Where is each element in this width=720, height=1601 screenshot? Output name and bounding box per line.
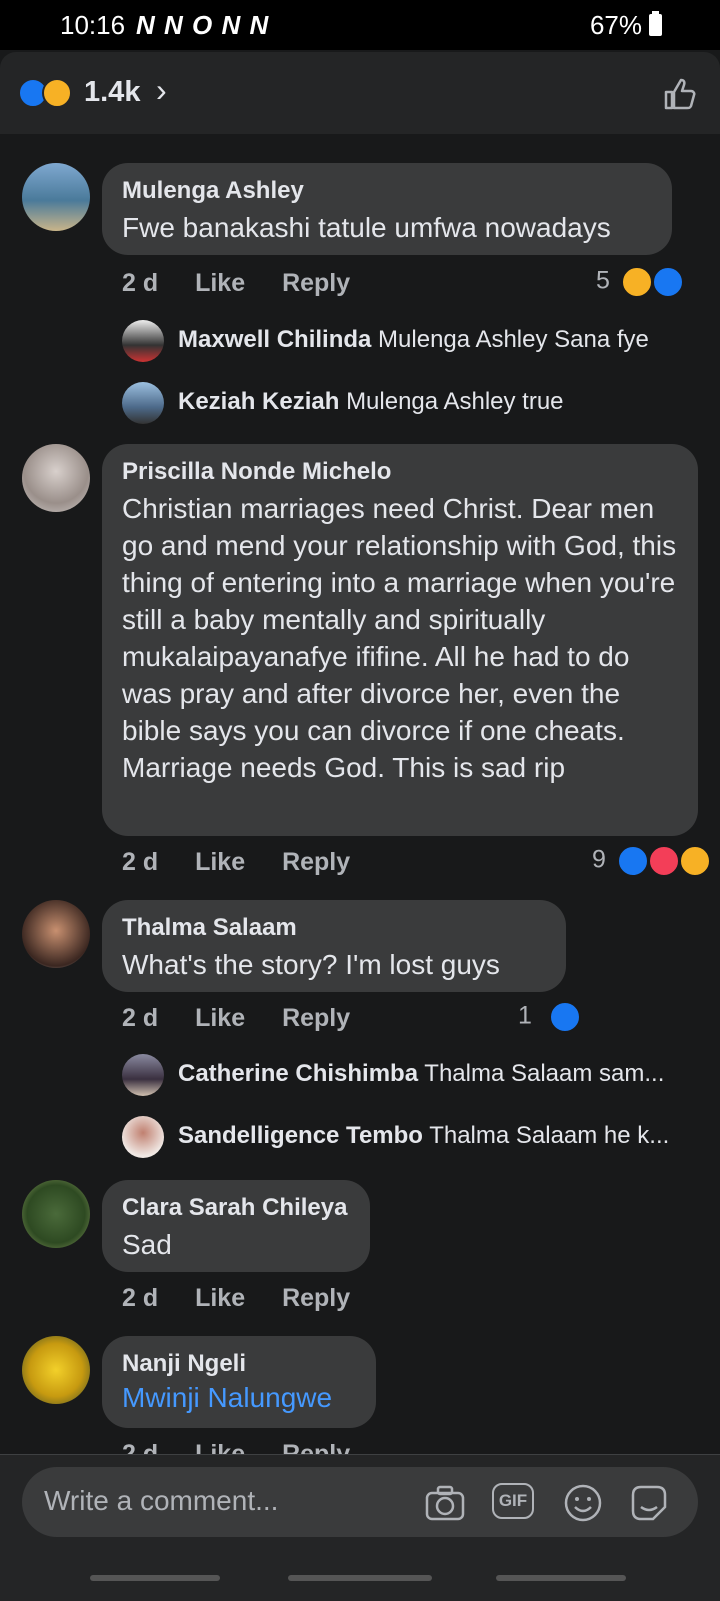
battery-icon [649, 11, 662, 36]
status-right-icons: 67% [589, 10, 642, 40]
avatar[interactable] [22, 1336, 90, 1404]
status-time: 10:16 [60, 10, 126, 40]
avatar[interactable] [22, 1180, 90, 1248]
comment-author[interactable]: Thalma Salaam [122, 914, 546, 942]
sad-reaction-icon [42, 78, 72, 108]
comment-bubble[interactable]: Nanji Ngeli Mwinji Nalungwe [102, 1336, 376, 1428]
emoji-icon[interactable] [562, 1483, 604, 1523]
reply-author: Sandelligence Tembo [178, 1122, 423, 1149]
reply-author: Keziah Keziah [178, 388, 340, 415]
comment-age: 2 d [122, 1284, 159, 1312]
comment-text: Fwe banakashi tatule umfwa nowadays [122, 212, 611, 243]
avatar [122, 382, 164, 424]
reaction-count: 1 [518, 1001, 532, 1030]
avatar[interactable] [22, 163, 90, 231]
comment-placeholder: Write a comment... [44, 1485, 279, 1516]
reaction-count: 9 [592, 845, 606, 874]
avatar[interactable] [22, 444, 90, 512]
gif-icon[interactable]: GIF [492, 1483, 534, 1519]
comment-actions: 2 d Like Reply [122, 1284, 380, 1313]
reply-button[interactable]: Reply [282, 269, 350, 297]
chevron-right-icon[interactable]: › [156, 72, 167, 109]
comment-actions: 2 d Like Reply [122, 269, 380, 298]
thumbs-up-icon[interactable] [662, 76, 698, 112]
comment-author[interactable]: Mulenga Ashley [122, 177, 652, 205]
nav-home-button[interactable] [288, 1575, 432, 1581]
avatar [122, 1116, 164, 1158]
comment-actions: 2 d Like Reply [122, 1004, 380, 1033]
like-button[interactable]: Like [195, 848, 245, 876]
comment-bubble[interactable]: Clara Sarah Chileya Sad [102, 1180, 370, 1272]
reply-author: Catherine Chishimba [178, 1060, 419, 1087]
comment-composer: Write a comment... GIF [0, 1454, 720, 1601]
comment-bubble[interactable]: Mulenga Ashley Fwe banakashi tatule umfw… [102, 163, 672, 255]
reply-text: Mulenga Ashley true [346, 388, 564, 415]
avatar [122, 1054, 164, 1096]
comment-age: 2 d [122, 848, 159, 876]
like-reaction-icon [548, 1001, 581, 1033]
comments-list[interactable]: Mulenga Ashley Fwe banakashi tatule umfw… [0, 134, 720, 1454]
reply-preview[interactable]: Sandelligence Tembo Thalma Salaam he k..… [122, 1116, 702, 1160]
comment-author[interactable]: Nanji Ngeli [122, 1350, 356, 1378]
nav-recent-button[interactable] [90, 1575, 220, 1581]
comment-age: 2 d [122, 269, 159, 297]
comment-text: Christian marriages need Christ. Dear me… [122, 493, 677, 783]
comment-age: 2 d [122, 1004, 159, 1032]
reply-preview[interactable]: Catherine Chishimba Thalma Salaam sam... [122, 1054, 702, 1098]
comment-text: What's the story? I'm lost guys [122, 949, 500, 980]
avatar[interactable] [22, 900, 90, 968]
reaction-summary[interactable]: 9 [592, 845, 711, 877]
like-button[interactable]: Like [195, 269, 245, 297]
reply-button[interactable]: Reply [282, 848, 350, 876]
reaction-total-count[interactable]: 1.4k [84, 76, 140, 109]
reaction-summary[interactable]: 1 [518, 1001, 581, 1033]
reply-preview[interactable]: Keziah Keziah Mulenga Ashley true [122, 382, 702, 426]
sticker-icon[interactable] [628, 1483, 670, 1523]
comment-text: Sad [122, 1229, 172, 1260]
comment-actions: 2 d Like Reply [122, 848, 380, 877]
reaction-summary[interactable]: 5 [596, 266, 684, 298]
comment-author[interactable]: Clara Sarah Chileya [122, 1194, 350, 1222]
camera-icon[interactable] [424, 1483, 466, 1523]
comment-bubble[interactable]: Priscilla Nonde Michelo Christian marria… [102, 444, 698, 836]
gif-label: GIF [498, 1491, 528, 1510]
reply-button[interactable]: Reply [282, 1440, 350, 1454]
reply-button[interactable]: Reply [282, 1004, 350, 1032]
mention-link[interactable]: Mwinji Nalungwe [122, 1382, 356, 1414]
reaction-count: 5 [596, 266, 610, 295]
reply-text: Thalma Salaam sam... [424, 1060, 665, 1087]
nav-back-button[interactable] [496, 1575, 626, 1581]
like-button[interactable]: Like [195, 1440, 245, 1454]
sad-reaction-icon [678, 845, 711, 877]
reply-button[interactable]: Reply [282, 1284, 350, 1312]
reply-text: Thalma Salaam he k... [429, 1122, 670, 1149]
avatar [122, 320, 164, 362]
love-reaction-icon [647, 845, 680, 877]
comment-input[interactable]: Write a comment... GIF [22, 1467, 698, 1537]
reply-text: Mulenga Ashley Sana fye [378, 326, 649, 353]
reply-author: Maxwell Chilinda [178, 326, 372, 353]
reply-preview[interactable]: Maxwell Chilinda Mulenga Ashley Sana fye [122, 320, 702, 364]
comment-bubble[interactable]: Thalma Salaam What's the story? I'm lost… [102, 900, 566, 992]
status-bar: 10:16 N N O N N 67% [0, 0, 720, 50]
haha-reaction-icon [620, 266, 653, 298]
comment-author[interactable]: Priscilla Nonde Michelo [122, 458, 678, 486]
like-reaction-icon [616, 845, 649, 877]
like-reaction-icon [651, 266, 684, 298]
comment-age: 2 d [122, 1440, 159, 1454]
comment-actions: 2 d Like Reply [122, 1440, 380, 1454]
notification-icons: N N O N N [136, 10, 270, 40]
like-button[interactable]: Like [195, 1004, 245, 1032]
like-button[interactable]: Like [195, 1284, 245, 1312]
reactions-header: 1.4k › [0, 52, 720, 135]
